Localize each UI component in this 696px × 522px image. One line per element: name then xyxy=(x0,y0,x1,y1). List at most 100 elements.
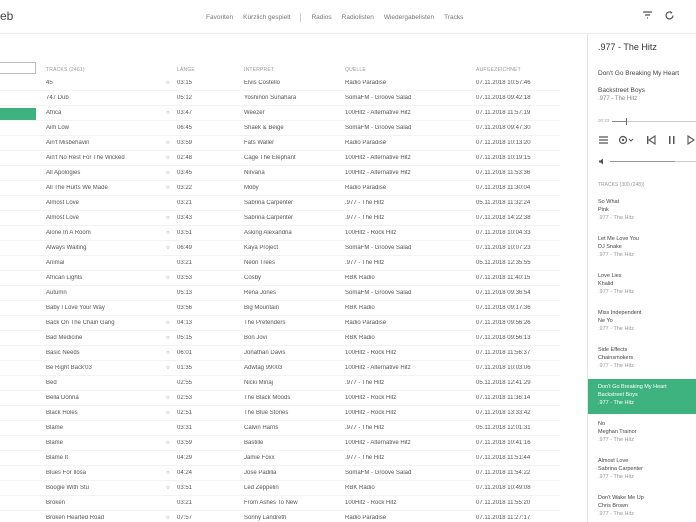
favorite-icon[interactable]: ○ xyxy=(166,515,174,521)
nav-tracks[interactable]: Tracks xyxy=(444,14,463,21)
previous-icon[interactable] xyxy=(646,134,656,148)
table-row[interactable]: Alone In A Room ○ 03:51 Asking Alexandria 10… xyxy=(0,226,560,241)
table-row[interactable]: Blame 03:31 Calvin Harris .977 - The Hitz 05… xyxy=(0,421,560,436)
column-recorded[interactable]: AUFGEZEICHNET xyxy=(476,67,521,73)
track-title: Autumn xyxy=(46,290,67,296)
playlist-item-station: .977 - The Hitz xyxy=(598,363,634,369)
column-source[interactable]: QUELLE xyxy=(345,67,366,73)
settings-icon[interactable] xyxy=(618,135,634,148)
table-row[interactable]: Be Right Back'03 ○ 01:35 Adwtag 99003 100Hit… xyxy=(0,361,560,376)
playlist-item-title: Miss Independent xyxy=(598,310,642,316)
table-row[interactable]: All Apologies ○ 03:45 Nirvana 100Hitz - Alte… xyxy=(0,166,560,181)
menu-icon[interactable] xyxy=(598,135,609,148)
favorite-icon[interactable]: ○ xyxy=(166,80,174,86)
track-recorded-date: 07.11.2018 10:19:15 xyxy=(476,155,531,161)
favorite-icon[interactable]: ○ xyxy=(166,170,174,176)
favorite-icon[interactable]: ○ xyxy=(166,110,174,116)
table-row[interactable]: African Lights ○ 03:53 Cosby RBK Radio 07.11.… xyxy=(0,271,560,286)
playlist-item-artist: Backstreet Boys xyxy=(598,392,638,398)
table-row[interactable]: Broken Hearted Road ○ 07:57 Sonny Landreth R… xyxy=(0,511,560,522)
playlist-item[interactable]: Miss Independent Ne Yo .977 - The Hitz xyxy=(588,305,696,340)
table-row[interactable]: Bed 02:55 Nicki Minaj .977 - The Hitz 05.11.… xyxy=(0,376,560,391)
volume-icon[interactable] xyxy=(598,158,606,167)
progress-bar[interactable] xyxy=(612,118,696,125)
playlist-item[interactable]: Almost Love Sabrina Carpenter .977 - The H… xyxy=(588,453,696,488)
track-artist: Jamie Foxx xyxy=(244,455,275,461)
nav-playlists[interactable]: Wiedergabelisten xyxy=(384,14,434,21)
track-title: All The Hurts We Made xyxy=(46,185,108,191)
favorite-icon[interactable]: ○ xyxy=(166,395,174,401)
table-row[interactable]: Basic Needs ○ 06:01 Jonathan Davis 100Hitz -… xyxy=(0,346,560,361)
playlist-item-station: .977 - The Hitz xyxy=(598,400,634,406)
track-source: Radio Paradise xyxy=(345,140,387,146)
table-row[interactable]: All The Hurts We Made ○ 03:22 Moby Radio Par… xyxy=(0,181,560,196)
favorite-icon[interactable]: ○ xyxy=(166,335,174,341)
playlist-item-title: Don't Wake Me Up xyxy=(598,495,644,501)
table-row[interactable]: Broken 03:21 From Ashes To New 100Hitz - Ro… xyxy=(0,496,560,511)
table-row[interactable]: 45 ○ 03:15 Elvis Costello Radio Paradise 07.1… xyxy=(0,76,560,91)
favorite-icon[interactable]: ○ xyxy=(166,155,174,161)
favorite-icon[interactable]: ○ xyxy=(166,410,174,416)
column-tracks[interactable]: TRACKS (2461) xyxy=(46,67,85,73)
progress-handle[interactable] xyxy=(625,118,627,125)
nav-divider xyxy=(300,13,302,22)
playlist-item-station: .977 - The Hitz xyxy=(598,511,634,517)
nav-radiolisten[interactable]: Radiolisten xyxy=(342,14,374,21)
table-row[interactable]: Almost Love ○ 03:43 Sabrina Carpenter .977 -… xyxy=(0,211,560,226)
table-row[interactable]: Bad Medicine ○ 05:15 Bon Jovi RBK Radio 07.11… xyxy=(0,331,560,346)
favorite-icon[interactable]: ○ xyxy=(166,440,174,446)
playlist-item[interactable]: Love Lies Khalid .977 - The Hitz xyxy=(588,268,696,303)
favorite-icon[interactable]: ○ xyxy=(166,365,174,371)
table-row[interactable]: Black Holes ○ 02:51 The Blue Stones 100Hitz … xyxy=(0,406,560,421)
table-row[interactable]: Africa ○ 03:47 Weezer 100Hitz - Alternative … xyxy=(0,106,560,121)
track-length: 03:21 xyxy=(177,260,193,266)
favorite-icon[interactable]: ○ xyxy=(166,485,174,491)
playlist-item[interactable]: Don't Go Breaking My Heart Backstreet Boy… xyxy=(588,379,696,414)
favorite-icon[interactable]: ○ xyxy=(166,215,174,221)
table-row[interactable]: Blame It 04:29 Jamie Foxx .977 - The Hitz 07… xyxy=(0,451,560,466)
table-row[interactable]: Autumn 05:13 Rena Jones SomaFM - Groove Sal… xyxy=(0,286,560,301)
playlist-item[interactable]: No Meghan Trainor .977 - The Hitz xyxy=(588,416,696,451)
pause-icon[interactable] xyxy=(668,135,676,148)
track-recorded-date: 07.11.2018 10:57:46 xyxy=(476,80,531,86)
playlist-item-title: Let Me Love You xyxy=(598,236,639,242)
table-row[interactable]: Boogie With Stu ○ 03:51 Led Zeppelin RBK Rad… xyxy=(0,481,560,496)
table-row[interactable]: Ain't No Rest For The Wicked ○ 02:48 Cage T… xyxy=(0,151,560,166)
table-row[interactable]: Back On The Chain Gang ○ 04:13 The Pretende… xyxy=(0,316,560,331)
table-row[interactable]: Always Waiting ○ 06:49 Kaya Project SomaFM -… xyxy=(0,241,560,256)
table-row[interactable]: 747 Dub 05:12 Yoshinori Sunahara SomaFM - G… xyxy=(0,91,560,106)
favorite-icon[interactable]: ○ xyxy=(166,245,174,251)
table-row[interactable]: Ain't Misbehavin ○ 03:59 Fats Waller Radio P… xyxy=(0,136,560,151)
favorite-icon[interactable]: ○ xyxy=(166,140,174,146)
nav-favoriten[interactable]: Favoriten xyxy=(206,14,233,21)
table-row[interactable]: Bella Donna ○ 02:53 The Black Moods 100Hitz … xyxy=(0,391,560,406)
favorite-icon[interactable]: ○ xyxy=(166,185,174,191)
track-length: 04:13 xyxy=(177,320,193,326)
table-row[interactable]: Animal 03:21 Neon Trees .977 - The Hitz 05.1… xyxy=(0,256,560,271)
filter-icon[interactable] xyxy=(642,10,653,24)
next-icon[interactable] xyxy=(687,134,696,148)
column-length[interactable]: LÄNGE xyxy=(177,67,195,73)
elapsed-time: 00:33 xyxy=(598,118,610,123)
track-title: Alone In A Room xyxy=(46,230,91,236)
favorite-icon[interactable]: ○ xyxy=(166,230,174,236)
table-row[interactable]: Baby I Love Your Way 03:56 Big Mountain RBK… xyxy=(0,301,560,316)
table-row[interactable]: Blues For Ilosa ○ 04:24 Jose Padilla SomaFM … xyxy=(0,466,560,481)
playlist-item[interactable]: Don't Wake Me Up Chris Brown .977 - The Hi… xyxy=(588,490,696,522)
track-artist: Sabrina Carpenter xyxy=(244,200,294,206)
favorite-icon[interactable]: ○ xyxy=(166,470,174,476)
nav-radios[interactable]: Radios xyxy=(311,14,331,21)
favorite-icon[interactable]: ○ xyxy=(166,320,174,326)
playlist-item[interactable]: Let Me Love You DJ Snake .977 - The Hitz xyxy=(588,231,696,266)
refresh-icon[interactable] xyxy=(664,10,675,24)
nav-recently-played[interactable]: Kürzlich gespielt xyxy=(243,14,290,21)
table-row[interactable]: Aim Low 06:45 Shaek & Beige SomaFM - Groove… xyxy=(0,121,560,136)
playlist-item[interactable]: So What Pink .977 - The Hitz xyxy=(588,194,696,229)
table-row[interactable]: Blame ○ 03:59 Bastille 100Hitz - Alternative… xyxy=(0,436,560,451)
column-artist[interactable]: INTERPRET xyxy=(244,67,274,73)
favorite-icon[interactable]: ○ xyxy=(166,275,174,281)
favorite-icon[interactable]: ○ xyxy=(166,350,174,356)
table-row[interactable]: Almost Love 03:21 Sabrina Carpenter .977 - … xyxy=(0,196,560,211)
volume-slider[interactable] xyxy=(610,161,696,162)
playlist-item[interactable]: Side Effects Chainsmokers .977 - The Hitz xyxy=(588,342,696,377)
